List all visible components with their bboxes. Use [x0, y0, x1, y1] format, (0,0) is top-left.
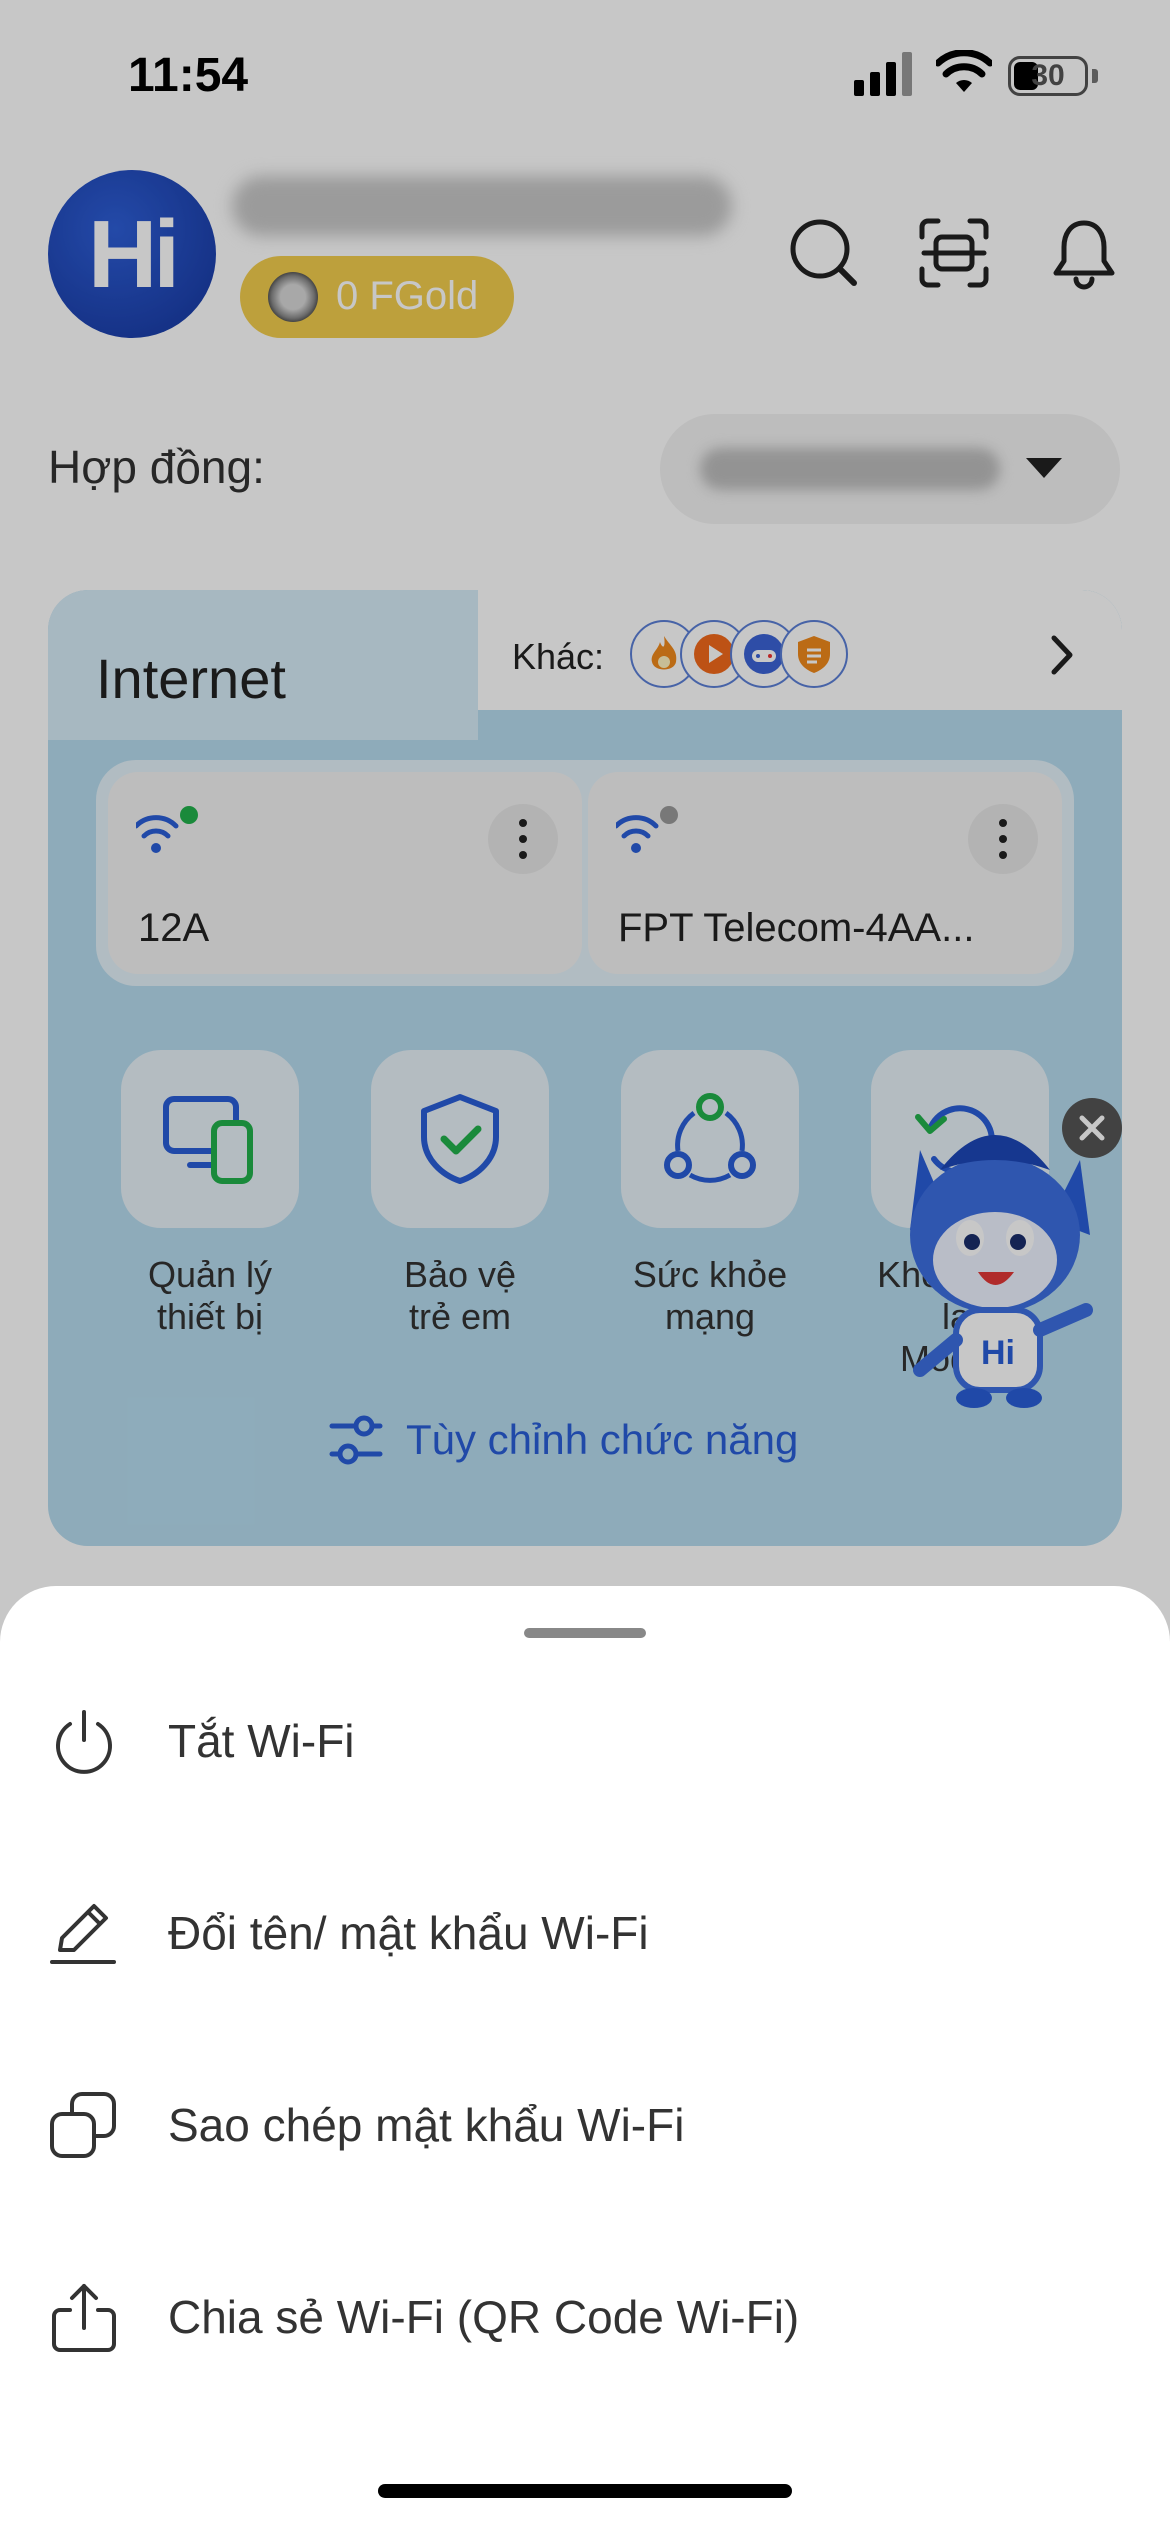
share-wifi-option[interactable]: Chia sẻ Wi-Fi (QR Code Wi-Fi) [0, 2242, 1170, 2392]
option-label: Tắt Wi-Fi [168, 1715, 355, 1767]
home-indicator[interactable] [378, 2484, 792, 2498]
option-label: Đổi tên/ mật khẩu Wi-Fi [168, 1907, 649, 1959]
wifi-options-sheet: Tắt Wi-Fi Đổi tên/ mật khẩu Wi-Fi Sao ch… [0, 1586, 1170, 2532]
share-icon [52, 2284, 116, 2352]
rename-wifi-option[interactable]: Đổi tên/ mật khẩu Wi-Fi [0, 1858, 1170, 2008]
pencil-icon [50, 1904, 116, 1964]
turn-off-wifi-option[interactable]: Tắt Wi-Fi [0, 1666, 1170, 1816]
copy-icon [50, 2092, 116, 2158]
power-icon [56, 1710, 112, 1774]
copy-password-option[interactable]: Sao chép mật khẩu Wi-Fi [0, 2050, 1170, 2200]
option-label: Chia sẻ Wi-Fi (QR Code Wi-Fi) [168, 2291, 800, 2343]
option-label: Sao chép mật khẩu Wi-Fi [168, 2099, 685, 2151]
sheet-drag-handle[interactable] [524, 1628, 646, 1638]
